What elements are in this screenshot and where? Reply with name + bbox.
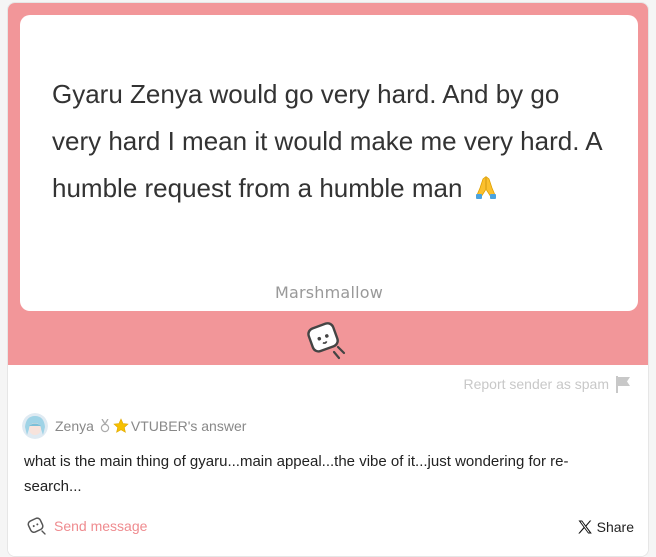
- marshmallow-outline-icon: [27, 517, 46, 535]
- share-label: Share: [596, 519, 634, 535]
- answer-text: what is the main thing of gyaru...main a…: [24, 453, 569, 495]
- medal-icon: [100, 419, 110, 433]
- avatar[interactable]: [22, 413, 48, 439]
- marshmallow-icon: [307, 322, 346, 360]
- flag-icon: [616, 376, 630, 393]
- message-text-block: Gyaru Zenya would go very hard. And by g…: [52, 71, 612, 212]
- send-message-label: Send message: [54, 518, 148, 534]
- share-button[interactable]: Share: [577, 519, 634, 535]
- badges: [100, 418, 129, 434]
- x-logo-icon: [577, 520, 592, 534]
- report-spam-label: Report sender as spam: [463, 376, 609, 392]
- message-text: Gyaru Zenya would go very hard. And by g…: [52, 79, 602, 203]
- send-message-button[interactable]: Send message: [26, 515, 147, 537]
- message-band: Gyaru Zenya would go very hard. And by g…: [8, 3, 648, 365]
- answerer-name[interactable]: Zenya: [55, 418, 94, 434]
- report-spam-button[interactable]: Report sender as spam: [463, 375, 632, 393]
- answer-section: Report sender as spam Zenya VTUBER's ans…: [8, 365, 648, 556]
- brand-label: Marshmallow: [274, 283, 384, 302]
- star-icon: [113, 418, 129, 433]
- folded-hands-icon: [475, 176, 496, 199]
- answer-header: Zenya VTUBER's answer: [22, 413, 246, 439]
- answer-label: VTUBER's answer: [130, 418, 247, 434]
- message-card: Gyaru Zenya would go very hard. And by g…: [20, 15, 638, 311]
- marshmallow-card: Gyaru Zenya would go very hard. And by g…: [7, 2, 649, 557]
